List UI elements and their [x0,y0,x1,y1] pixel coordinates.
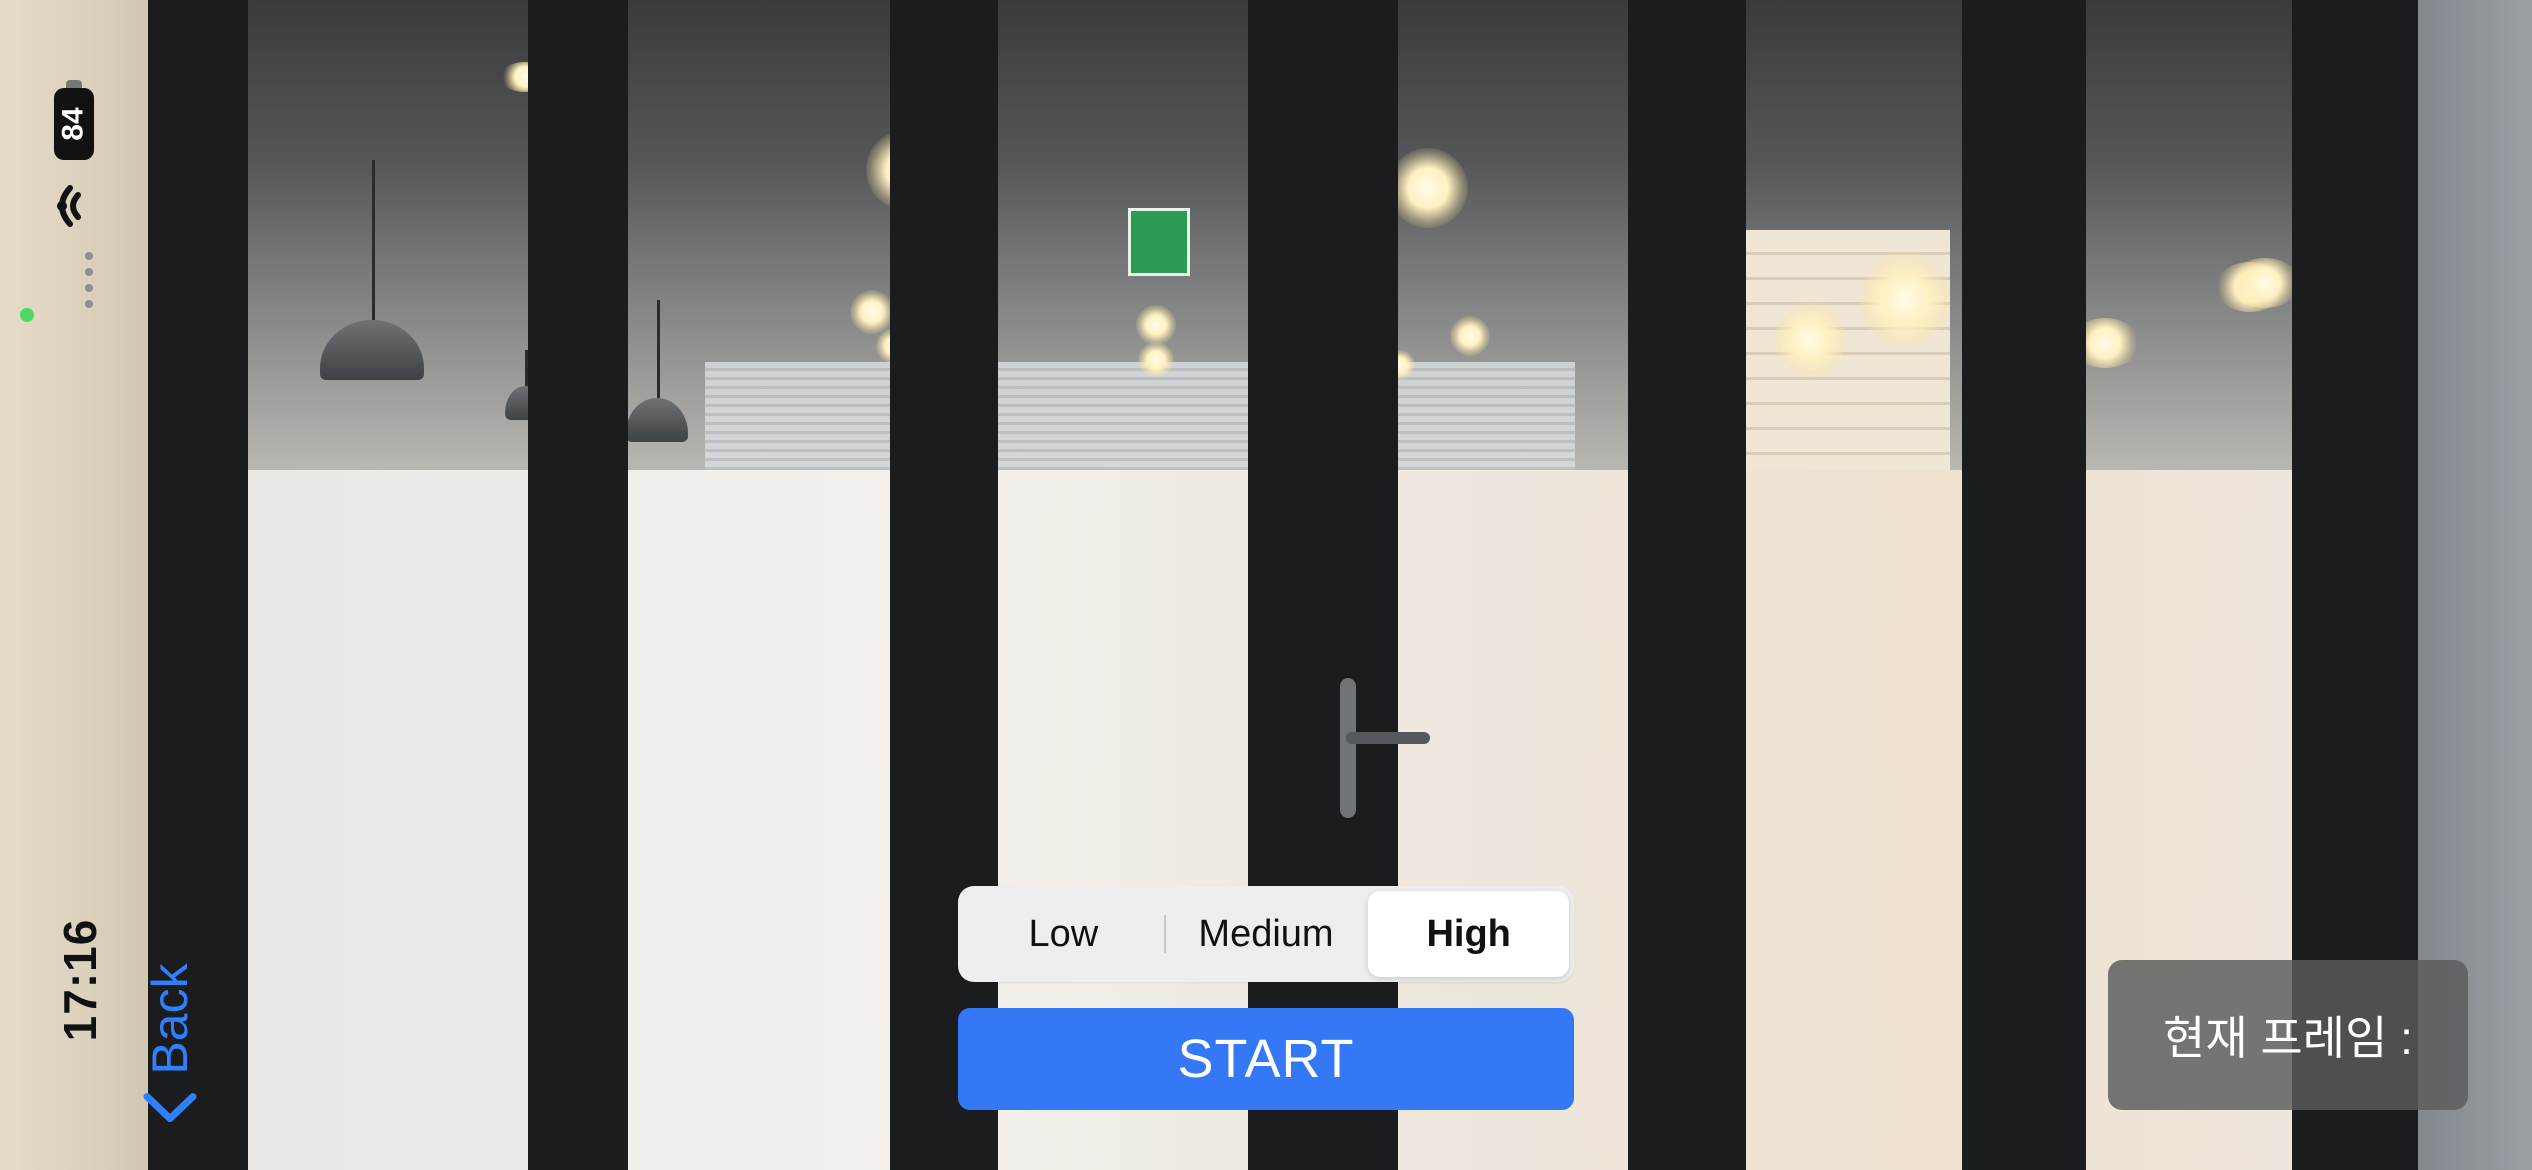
ceiling-light [850,290,894,334]
battery-icon: 84 [54,88,94,160]
battery-cap [66,80,82,88]
current-frame-panel: 현재 프레임 : [2108,960,2468,1110]
chevron-left-icon [143,1093,197,1123]
current-frame-label: 현재 프레임 : [2163,1012,2413,1064]
cellular-dots-icon [85,252,93,308]
back-button[interactable]: Back [141,963,199,1126]
pendant-lamp [320,160,424,380]
window-frame [528,0,628,1170]
door-handle [1340,678,1356,818]
ceiling-light [1388,148,1468,228]
start-button[interactable]: START [958,1008,1574,1110]
privacy-indicator-icon [20,308,34,322]
status-time: 17:16 [54,918,106,1042]
ceiling-light [1775,300,1845,380]
segment-low[interactable]: Low [963,891,1164,977]
segment-high[interactable]: High [1368,891,1570,977]
window-frame [1628,0,1746,1170]
window-blinds [705,362,1575,482]
ceiling-light [1860,250,1950,350]
back-button-label: Back [142,963,198,1075]
segment-medium[interactable]: Medium [1166,891,1367,977]
ceiling-light [1136,305,1176,345]
wifi-icon [57,185,81,227]
exit-sign-icon [1128,208,1190,276]
ceiling-light [1138,342,1174,378]
ceiling-light [1450,316,1490,356]
door-handle-lever [1346,732,1430,744]
pendant-lamp [626,300,688,442]
quality-segmented-control[interactable]: Low Medium High [958,886,1574,982]
window-frame [890,0,998,1170]
ceiling-light [2230,258,2300,308]
window-frame [1248,0,1398,1170]
window-frame [1962,0,2086,1170]
battery-level: 84 [57,107,90,141]
